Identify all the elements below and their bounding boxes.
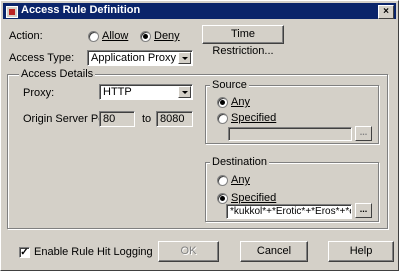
source-title: Source [210, 79, 249, 91]
time-restriction-button[interactable]: Time Restriction... [202, 25, 284, 57]
deny-label[interactable]: Deny [154, 30, 180, 42]
action-label: Action: [9, 30, 43, 42]
access-rule-dialog: Access Rule Definition × Action: Allow D… [0, 0, 399, 271]
destination-title: Destination [210, 156, 270, 168]
to-label: to [142, 113, 152, 125]
access-type-select[interactable]: Application Proxy [87, 50, 193, 66]
destination-specified-radio[interactable] [217, 193, 228, 204]
source-specified-label[interactable]: Specified [231, 112, 276, 124]
port-from-input[interactable]: 80 [99, 111, 135, 127]
allow-radio[interactable] [88, 31, 99, 42]
access-type-value: Application Proxy [91, 52, 176, 64]
close-button[interactable]: × [378, 5, 394, 19]
deny-radio[interactable] [140, 31, 151, 42]
access-type-label: Access Type: [9, 52, 75, 64]
logging-label[interactable]: Enable Rule Hit Logging [34, 246, 153, 258]
allow-label[interactable]: Allow [102, 30, 128, 42]
app-icon [6, 6, 18, 18]
proxy-label: Proxy: [23, 87, 55, 99]
source-specified-radio[interactable] [217, 113, 228, 124]
source-specified-input[interactable] [228, 127, 352, 141]
source-any-label[interactable]: Any [231, 96, 250, 108]
proxy-value: HTTP [103, 86, 132, 98]
cancel-button[interactable]: Cancel [240, 241, 308, 262]
logging-checkbox[interactable]: ✓ [19, 247, 30, 258]
destination-specified-label[interactable]: Specified [231, 192, 276, 204]
help-button[interactable]: Help [328, 241, 394, 262]
port-to-input[interactable]: 8080 [156, 111, 193, 127]
title-bar[interactable]: Access Rule Definition × [3, 3, 396, 19]
window-title: Access Rule Definition [21, 4, 141, 16]
source-any-radio[interactable] [217, 97, 228, 108]
proxy-select[interactable]: HTTP [99, 84, 193, 100]
destination-any-label[interactable]: Any [231, 174, 250, 186]
access-details-title: Access Details [19, 68, 96, 80]
destination-browse-button[interactable]: ... [355, 203, 372, 218]
destination-specified-input[interactable]: *kukkol*+*Erotic*+*Eros*+*erotika [226, 204, 352, 219]
source-browse-button[interactable]: ... [355, 126, 372, 141]
chevron-down-icon[interactable] [178, 86, 191, 98]
chevron-down-icon[interactable] [178, 52, 191, 64]
ok-button[interactable]: OK [158, 241, 219, 262]
destination-any-radio[interactable] [217, 175, 228, 186]
